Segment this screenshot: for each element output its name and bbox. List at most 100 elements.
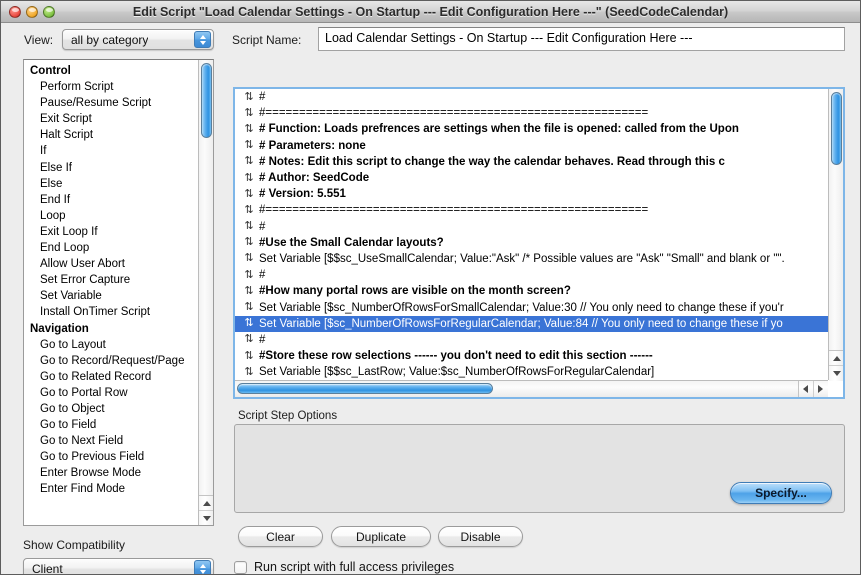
- script-line[interactable]: ⇅ # Parameters: none: [235, 138, 828, 154]
- scroll-down-button[interactable]: [199, 511, 213, 525]
- step-palette-item[interactable]: Go to Object: [24, 401, 200, 417]
- script-line[interactable]: ⇅ #Use the Small Calendar layouts?: [235, 235, 828, 251]
- reorder-grip-icon[interactable]: ⇅: [239, 253, 259, 264]
- reorder-grip-icon[interactable]: ⇅: [239, 107, 259, 119]
- reorder-grip-icon[interactable]: ⇅: [239, 318, 259, 329]
- step-palette-item[interactable]: End Loop: [24, 240, 200, 256]
- steps-scrollbar-thumb[interactable]: [201, 63, 212, 138]
- disable-button[interactable]: Disable: [438, 526, 523, 547]
- script-name-input[interactable]: Load Calendar Settings - On Startup --- …: [318, 27, 845, 51]
- step-palette-item[interactable]: Go to Related Record: [24, 369, 200, 385]
- full-access-label: Run script with full access privileges: [254, 560, 455, 574]
- step-palette-item[interactable]: Halt Script: [24, 127, 200, 143]
- full-access-row[interactable]: Run script with full access privileges: [234, 560, 454, 574]
- script-vscroll-track[interactable]: [829, 89, 843, 350]
- step-palette-item[interactable]: Install OnTimer Script: [24, 304, 200, 320]
- full-access-checkbox[interactable]: [234, 560, 247, 574]
- script-line[interactable]: ⇅ #======================================…: [235, 202, 828, 218]
- step-palette-item[interactable]: Go to Next Field: [24, 433, 200, 449]
- view-dropdown[interactable]: all by category: [62, 29, 214, 50]
- reorder-grip-icon[interactable]: ⇅: [239, 123, 259, 135]
- scroll-up-button[interactable]: [829, 351, 843, 366]
- script-line[interactable]: ⇅ #: [235, 219, 828, 235]
- close-icon[interactable]: [9, 6, 21, 18]
- step-palette-item[interactable]: Allow User Abort: [24, 256, 200, 272]
- step-palette-item[interactable]: Go to Record/Request/Page: [24, 353, 200, 369]
- step-palette-item[interactable]: Exit Script: [24, 111, 200, 127]
- step-palette-item[interactable]: Set Error Capture: [24, 272, 200, 288]
- script-vscroll-thumb[interactable]: [831, 92, 842, 165]
- script-line[interactable]: ⇅ #: [235, 89, 828, 105]
- duplicate-button[interactable]: Duplicate: [331, 526, 431, 547]
- script-line-text: Set Variable [$$sc_LastRow; Value:$sc_Nu…: [259, 366, 655, 379]
- step-palette-item[interactable]: End If: [24, 192, 200, 208]
- script-line[interactable]: ⇅ Set Variable [$$sc_UseSmallCalendar; Va…: [235, 251, 828, 267]
- steps-scrollbar-track[interactable]: [199, 60, 213, 495]
- scroll-right-button[interactable]: [813, 381, 828, 397]
- reorder-grip-icon[interactable]: ⇅: [239, 237, 259, 248]
- step-palette-item[interactable]: Exit Loop If: [24, 224, 200, 240]
- step-palette-item[interactable]: Loop: [24, 208, 200, 224]
- step-category-header: Navigation: [30, 322, 89, 335]
- script-steps-list[interactable]: Control Perform Script Pause/Resume Script…: [24, 60, 200, 498]
- script-line[interactable]: ⇅ # Notes: Edit this script to change the…: [235, 154, 828, 170]
- edit-script-window: Edit Script "Load Calendar Settings - On…: [0, 0, 861, 575]
- script-vscroll-buttons[interactable]: [829, 350, 843, 381]
- reorder-grip-icon[interactable]: ⇅: [239, 204, 259, 216]
- script-line[interactable]: ⇅ Set Variable [$$sc_LastRow; Value:$sc_N…: [235, 364, 828, 380]
- scroll-left-button[interactable]: [799, 381, 814, 397]
- reorder-grip-icon[interactable]: ⇅: [239, 334, 259, 345]
- script-lines-container[interactable]: ⇅ # ⇅ #====================================…: [235, 89, 828, 380]
- step-palette-item[interactable]: Else If: [24, 160, 200, 176]
- specify-button[interactable]: Specify...: [730, 482, 832, 504]
- step-palette-item[interactable]: Enter Browse Mode: [24, 465, 200, 481]
- step-palette-item[interactable]: Go to Field: [24, 417, 200, 433]
- script-vertical-scrollbar[interactable]: [828, 89, 843, 381]
- script-hscroll-thumb[interactable]: [237, 383, 493, 394]
- reorder-grip-icon[interactable]: ⇅: [239, 366, 259, 378]
- script-line[interactable]: ⇅ Set Variable [$sc_NumberOfRowsForRegula…: [235, 315, 828, 332]
- script-editor[interactable]: ⇅ # ⇅ #====================================…: [233, 87, 845, 399]
- step-category-header: Control: [30, 65, 71, 77]
- script-line[interactable]: ⇅ #: [235, 267, 828, 283]
- step-palette-item[interactable]: Go to Portal Row: [24, 385, 200, 401]
- steps-scroll-buttons[interactable]: [199, 495, 213, 525]
- reorder-grip-icon[interactable]: ⇅: [239, 188, 259, 200]
- script-line[interactable]: ⇅ #Store these row selections ------ you …: [235, 348, 828, 364]
- reorder-grip-icon[interactable]: ⇅: [239, 91, 259, 103]
- script-line[interactable]: ⇅ #How many portal rows are visible on th…: [235, 283, 828, 299]
- scroll-up-button[interactable]: [199, 496, 213, 511]
- minimize-icon[interactable]: [26, 6, 38, 18]
- script-hscroll-track[interactable]: [235, 381, 798, 397]
- step-palette-item[interactable]: Set Variable: [24, 288, 200, 304]
- script-line[interactable]: ⇅ # Author: SeedCode: [235, 170, 828, 186]
- reorder-grip-icon[interactable]: ⇅: [239, 350, 259, 362]
- step-palette-item[interactable]: Pause/Resume Script: [24, 95, 200, 111]
- step-palette-item[interactable]: Perform Script: [24, 79, 200, 95]
- step-palette-item[interactable]: If: [24, 143, 200, 159]
- step-palette-item[interactable]: Go to Previous Field: [24, 449, 200, 465]
- reorder-grip-icon[interactable]: ⇅: [239, 269, 259, 281]
- reorder-grip-icon[interactable]: ⇅: [239, 302, 259, 313]
- script-line[interactable]: ⇅ #======================================…: [235, 105, 828, 121]
- compatibility-dropdown[interactable]: Client: [23, 558, 214, 574]
- scroll-down-button[interactable]: [829, 366, 843, 381]
- reorder-grip-icon[interactable]: ⇅: [239, 221, 259, 232]
- script-line[interactable]: ⇅ # Version: 5.551: [235, 186, 828, 202]
- steps-scrollbar[interactable]: [198, 60, 213, 525]
- script-line[interactable]: ⇅ Set Variable [$sc_NumberOfRowsForSmallC…: [235, 299, 828, 315]
- reorder-grip-icon[interactable]: ⇅: [239, 285, 259, 297]
- reorder-grip-icon[interactable]: ⇅: [239, 140, 259, 151]
- step-palette-item[interactable]: Enter Find Mode: [24, 481, 200, 497]
- script-line[interactable]: ⇅ # Function: Loads prefrences are settin…: [235, 121, 828, 137]
- zoom-icon[interactable]: [43, 6, 55, 18]
- step-palette-item[interactable]: Go to Layout: [24, 337, 200, 353]
- reorder-grip-icon[interactable]: ⇅: [239, 172, 259, 184]
- script-horizontal-scrollbar[interactable]: [235, 380, 828, 397]
- reorder-grip-icon[interactable]: ⇅: [239, 156, 259, 167]
- step-palette-item[interactable]: Else: [24, 176, 200, 192]
- script-hscroll-buttons[interactable]: [798, 381, 828, 397]
- script-line[interactable]: ⇅ #: [235, 332, 828, 348]
- clear-button[interactable]: Clear: [238, 526, 323, 547]
- script-step-options-label: Script Step Options: [238, 410, 338, 422]
